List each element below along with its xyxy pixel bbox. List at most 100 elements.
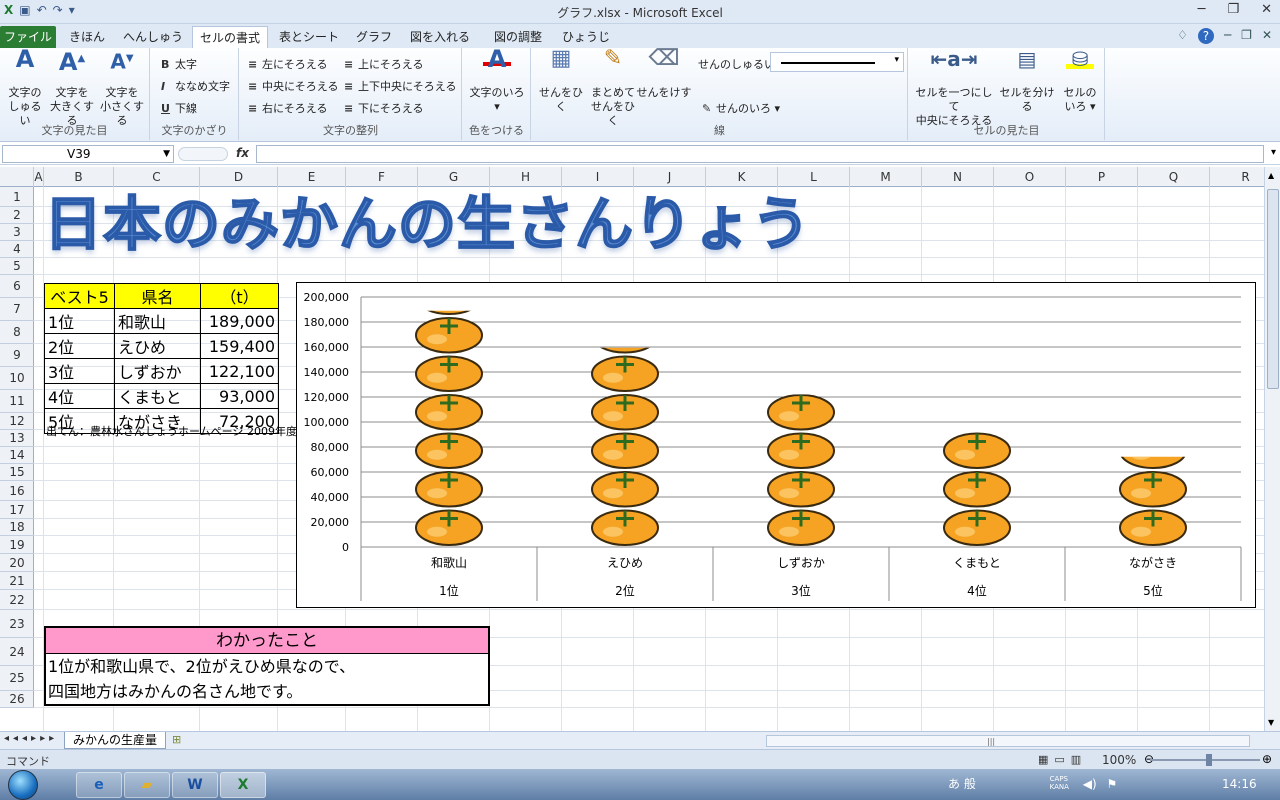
amount-cell[interactable]: 122,100	[200, 358, 279, 384]
mikan-chart[interactable]: 200,000 180,000 160,000 140,000 120,000 100,0…	[296, 282, 1256, 608]
select-all-corner[interactable]	[0, 167, 34, 187]
column-header[interactable]: P	[1066, 167, 1138, 187]
collapse-ribbon-icon[interactable]: ♢	[1177, 28, 1188, 44]
column-header[interactable]: C	[114, 167, 200, 187]
row-header[interactable]: 16	[0, 481, 34, 501]
row-header[interactable]: 2	[0, 207, 34, 224]
draw-lines-button[interactable]: ✎ まとめて せんをひく	[586, 48, 640, 128]
row-header[interactable]: 12	[0, 413, 34, 430]
word-icon[interactable]: W	[172, 772, 218, 798]
column-header[interactable]: Q	[1138, 167, 1210, 187]
restore-icon[interactable]: ❐	[1227, 2, 1239, 17]
column-header[interactable]: H	[490, 167, 562, 187]
row-header[interactable]: 5	[0, 258, 34, 275]
line-style-dropdown[interactable]: ▾	[770, 52, 904, 72]
font-smaller-button[interactable]: A▼ 文字を 小さくする	[98, 52, 146, 128]
row-header[interactable]: 8	[0, 321, 34, 344]
row-header[interactable]: 4	[0, 241, 34, 258]
volume-icon[interactable]: ◀)	[1083, 777, 1097, 791]
close-icon[interactable]: ✕	[1261, 2, 1272, 17]
formula-bar-expander[interactable]	[178, 147, 228, 161]
flag-icon[interactable]: ⚑	[1107, 777, 1118, 791]
align-center-button[interactable]: ≡ 中央にそろえる	[248, 78, 338, 94]
zoom-slider[interactable]	[1150, 754, 1260, 766]
scroll-thumb[interactable]	[1267, 189, 1279, 389]
prefecture-cell[interactable]: しずおか	[114, 358, 201, 384]
row-header[interactable]: 13	[0, 430, 34, 447]
font-color-button[interactable]: A 文字のいろ ▾	[467, 47, 527, 114]
tab-table-sheet[interactable]: 表とシート	[272, 26, 346, 48]
folder-icon[interactable]: ▰	[124, 772, 170, 798]
row-header[interactable]: 14	[0, 447, 34, 464]
align-middle-button[interactable]: ≡ 上下中央にそろえる	[344, 78, 456, 94]
merge-center-button[interactable]: ⇤a⇥ セルを一つにして 中央にそろえる	[911, 49, 997, 128]
rank-cell[interactable]: 4位	[44, 383, 115, 409]
header-cell[interactable]: ベスト5	[44, 283, 115, 309]
insert-function-icon[interactable]: fx	[236, 146, 249, 160]
row-header[interactable]: 10	[0, 367, 34, 390]
row-header[interactable]: 26	[0, 691, 34, 708]
row-header[interactable]: 9	[0, 344, 34, 367]
row-header[interactable]: 15	[0, 464, 34, 481]
cell-color-button[interactable]: ⛁ セルの いろ ▾	[1059, 49, 1101, 114]
source-note[interactable]: 出てん：農林水さんしょうホームページ 2009年度	[46, 423, 297, 439]
doc-close-icon[interactable]: ✕	[1262, 28, 1272, 44]
zoom-slider-thumb[interactable]	[1206, 754, 1212, 766]
bold-button[interactable]: B 太字	[161, 56, 197, 72]
prefecture-cell[interactable]: くまもと	[114, 383, 201, 409]
column-header[interactable]: I	[562, 167, 634, 187]
row-header[interactable]: 1	[0, 187, 34, 207]
worksheet-grid[interactable]: A B C D E F G H I J K L M N O P Q R 1234…	[0, 167, 1264, 731]
column-header[interactable]: J	[634, 167, 706, 187]
rank-cell[interactable]: 3位	[44, 358, 115, 384]
tab-graph[interactable]: グラフ	[350, 26, 398, 48]
new-sheet-icon[interactable]: ⊞	[172, 733, 181, 746]
scroll-down-icon[interactable]: ▼	[1268, 718, 1274, 727]
view-buttons[interactable]: ▦▭▥	[1038, 753, 1087, 766]
row-header[interactable]: 24	[0, 638, 34, 666]
minimize-icon[interactable]: ─	[1198, 2, 1206, 17]
sheet-nav-icons[interactable]: ◂◂◂▸▸▸	[4, 733, 58, 744]
line-color-button[interactable]: ✎ せんのいろ ▾	[702, 100, 780, 116]
tab-view[interactable]: ひょうじ	[556, 26, 616, 48]
row-header[interactable]: 21	[0, 572, 34, 590]
tab-henshu[interactable]: へんしゅう	[118, 26, 188, 48]
amount-cell[interactable]: 189,000	[200, 308, 279, 334]
rank-cell[interactable]: 1位	[44, 308, 115, 334]
font-bigger-button[interactable]: A▲ 文字を 大きくする	[48, 50, 96, 128]
zoom-in-icon[interactable]: ⊕	[1262, 752, 1272, 766]
column-header[interactable]: D	[200, 167, 278, 187]
row-header[interactable]: 19	[0, 536, 34, 554]
doc-restore-icon[interactable]: ❐	[1241, 28, 1252, 44]
ime-mode[interactable]: あ 般	[948, 777, 976, 791]
zoom-level[interactable]: 100%	[1102, 753, 1136, 767]
row-header[interactable]: 17	[0, 501, 34, 519]
taskbar-clock[interactable]: 14:16	[1222, 777, 1257, 791]
font-kind-button[interactable]: A 文字の しゅるい	[4, 47, 46, 128]
tab-cell-format[interactable]: セルの書式	[192, 26, 268, 48]
excel-taskbar-icon[interactable]: X	[220, 772, 266, 798]
header-cell[interactable]: （t）	[200, 283, 279, 309]
tab-kihon[interactable]: きほん	[60, 26, 114, 48]
row-header[interactable]: 7	[0, 298, 34, 321]
row-header[interactable]: 20	[0, 554, 34, 572]
draw-line-button[interactable]: ▦ せんをひく	[534, 48, 588, 114]
column-header[interactable]: L	[778, 167, 850, 187]
column-header[interactable]: F	[346, 167, 418, 187]
split-cell-button[interactable]: ▤ セルを分ける	[995, 49, 1059, 114]
amount-cell[interactable]: 93,000	[200, 383, 279, 409]
align-right-button[interactable]: ≡ 右にそろえる	[248, 100, 327, 116]
amount-cell[interactable]: 159,400	[200, 333, 279, 359]
row-header[interactable]: 3	[0, 224, 34, 241]
column-header[interactable]: O	[994, 167, 1066, 187]
start-button[interactable]	[8, 770, 38, 800]
tab-insert-figure[interactable]: 図を入れる	[402, 26, 478, 48]
column-header[interactable]: N	[922, 167, 994, 187]
column-header[interactable]: K	[706, 167, 778, 187]
prefecture-cell[interactable]: 和歌山	[114, 308, 201, 334]
row-header[interactable]: 25	[0, 666, 34, 691]
italic-button[interactable]: I ななめ文字	[161, 78, 230, 94]
expand-formula-icon[interactable]: ▾	[1271, 147, 1276, 158]
column-header[interactable]: E	[278, 167, 346, 187]
column-header[interactable]: B	[44, 167, 114, 187]
